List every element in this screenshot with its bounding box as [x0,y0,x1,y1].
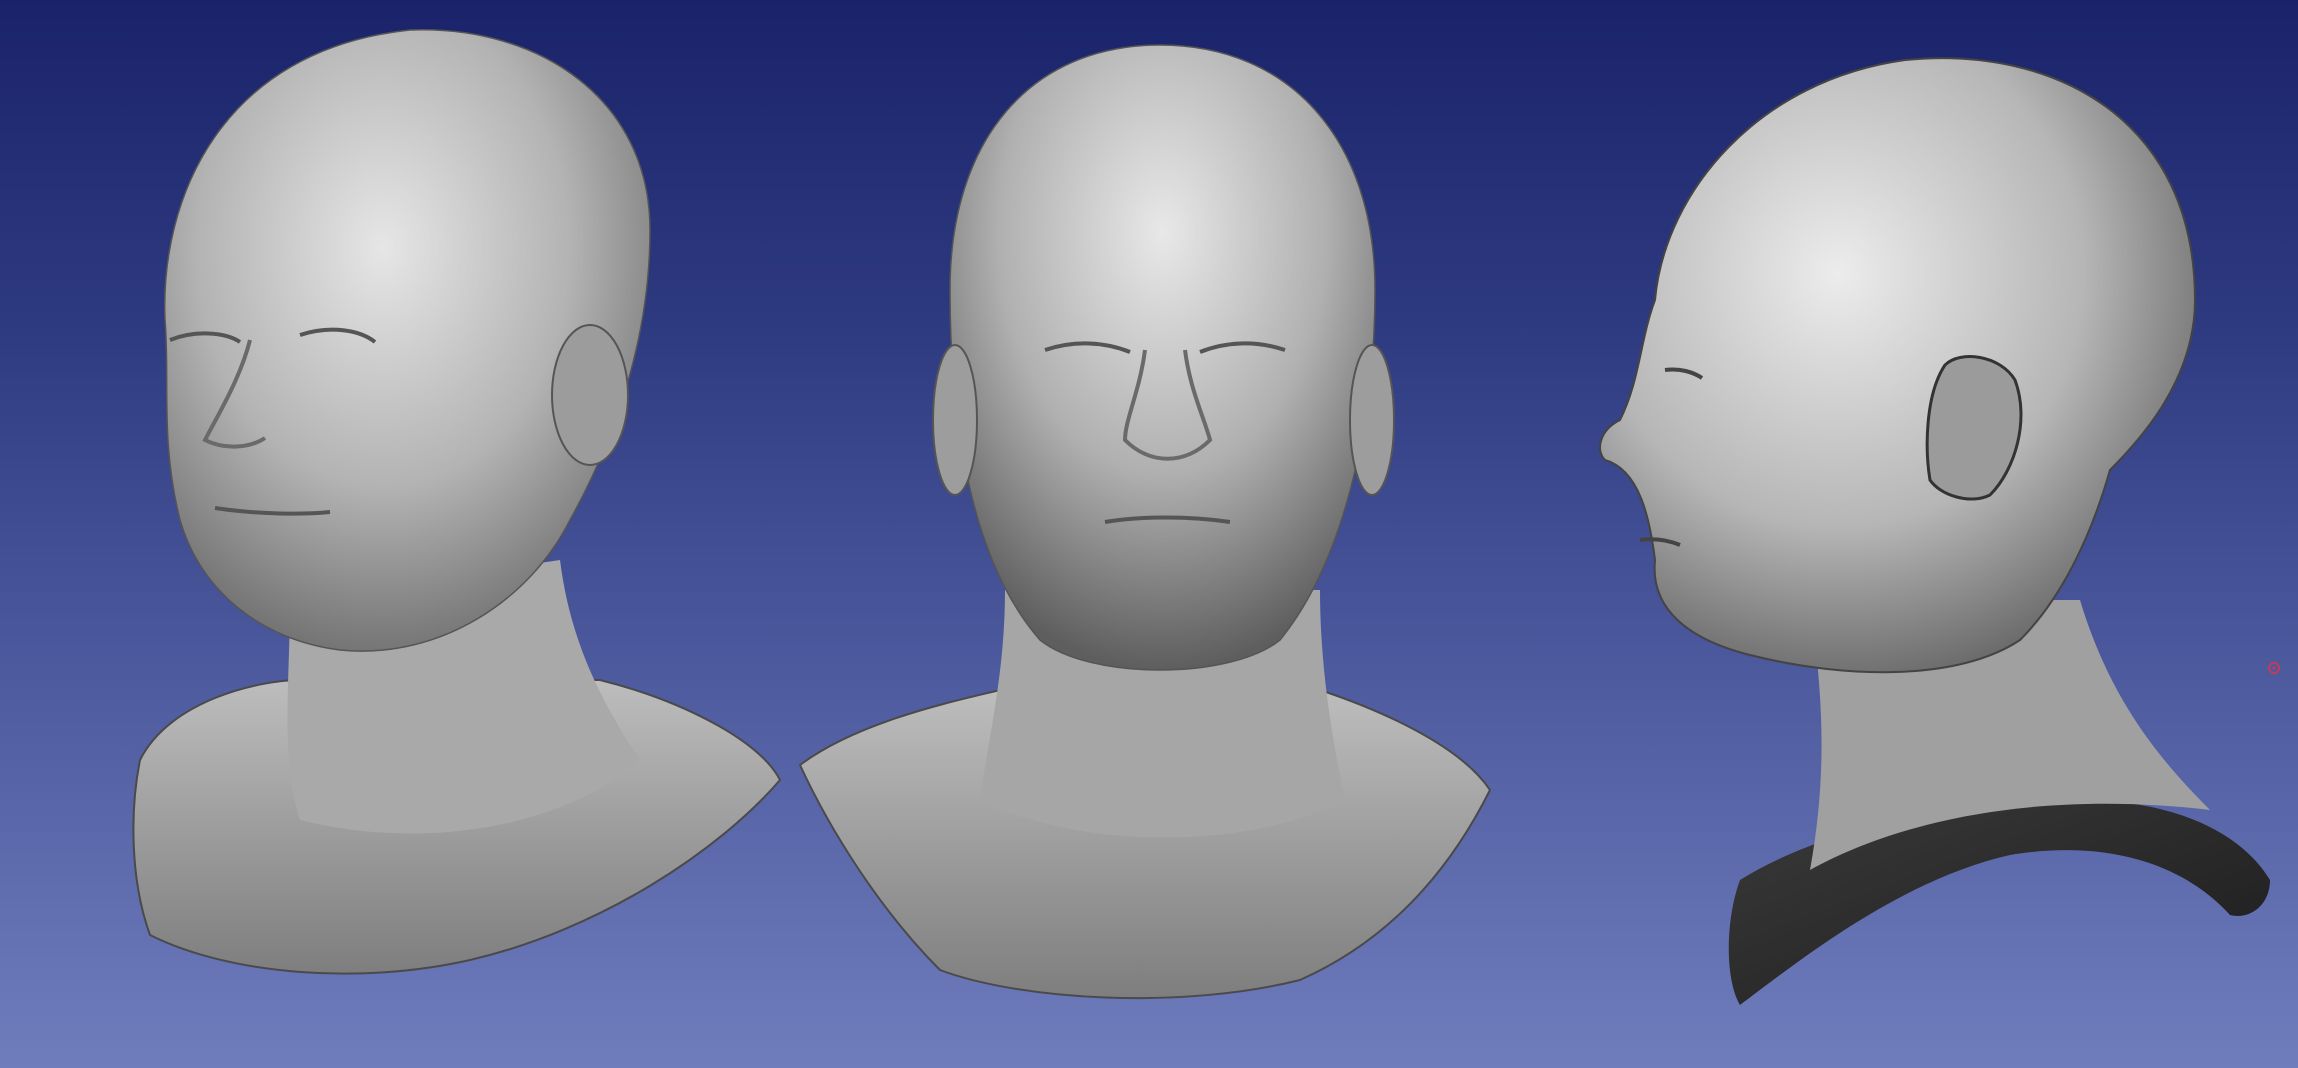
mesh-2-ear-left [932,344,978,496]
mesh-3-shirt [1728,800,2270,1005]
scene-canvas[interactable] [0,0,2298,1068]
mesh-3-head [1599,57,2197,674]
mesh-2-head [949,44,1376,671]
head-front-view[interactable] [798,44,1492,1000]
mesh-1-ear [551,324,629,466]
head-three-quarter-view[interactable] [132,29,782,975]
trackball-center-icon [2268,662,2280,674]
head-side-view[interactable] [1599,57,2270,1005]
mesh-2-ear-right [1349,344,1395,496]
3d-viewport[interactable] [0,0,2298,1068]
